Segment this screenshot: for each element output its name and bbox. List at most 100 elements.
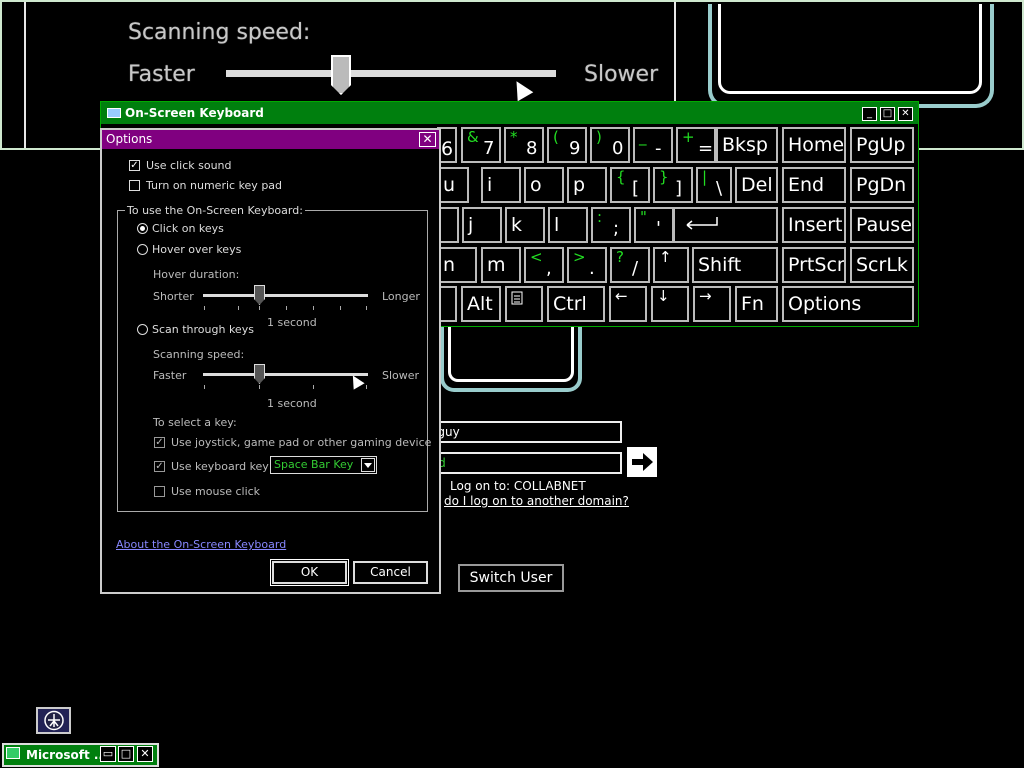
slider-tick [259, 385, 260, 389]
hover-slider-thumb[interactable] [254, 285, 265, 305]
taskbar-button-osk[interactable]: Microsoft ... [2, 743, 159, 767]
click-sound-label: Use click sound [146, 159, 232, 172]
logon-arrow-button[interactable] [627, 447, 657, 477]
slider-tick [340, 306, 341, 310]
click-on-keys-label: Click on keys [152, 222, 224, 235]
ok-button[interactable]: OK [270, 559, 349, 586]
keyboard-key-checkbox[interactable]: ✓ [154, 461, 165, 472]
other-domain-link[interactable]: do I log on to another domain? [444, 494, 629, 508]
key-minus[interactable]: _ - [633, 127, 673, 163]
key-slash[interactable]: ? / [610, 247, 650, 283]
slider-tick [204, 306, 205, 310]
joystick-checkbox[interactable]: ✓ [154, 437, 165, 448]
joystick-label: Use joystick, game pad or other gaming d… [171, 436, 432, 449]
minimize-button[interactable]: _ [862, 107, 877, 121]
slider-tick [259, 306, 260, 310]
options-close-button[interactable]: ✕ [419, 132, 436, 147]
key-8[interactable]: * 8 [504, 127, 544, 163]
hover-value-label: 1 second [267, 316, 317, 329]
key-o[interactable]: o [524, 167, 564, 203]
arrow-right-icon [632, 453, 653, 471]
maximize-button[interactable]: □ [118, 746, 134, 762]
key-j[interactable]: j [462, 207, 502, 243]
key-enter[interactable] [673, 207, 778, 243]
bg-slower-label: Slower [584, 62, 659, 87]
key-shift[interactable]: Shift [692, 247, 778, 283]
key-end[interactable]: End [782, 167, 846, 203]
key-right[interactable]: → [693, 286, 731, 322]
close-button[interactable]: ✕ [137, 746, 153, 762]
key-9[interactable]: (9 [547, 127, 587, 163]
username-input[interactable]: n guy [420, 421, 622, 443]
slider-tick [366, 306, 367, 310]
key-k[interactable]: k [505, 207, 545, 243]
scan-slider-thumb[interactable] [254, 364, 265, 384]
chevron-down-icon[interactable] [361, 458, 375, 472]
click-on-keys-radio[interactable] [137, 223, 148, 234]
scan-faster-label: Faster [153, 369, 187, 382]
key-comma[interactable]: <, [524, 247, 564, 283]
key-l[interactable]: l [548, 207, 588, 243]
scan-slider-track[interactable] [203, 373, 368, 376]
hover-over-keys-radio[interactable] [137, 244, 148, 255]
key-ctrl[interactable]: Ctrl [547, 286, 605, 322]
key-scrlk[interactable]: ScrLk [850, 247, 914, 283]
restore-button[interactable]: ▭ [100, 746, 116, 762]
keyboard-icon [6, 747, 20, 759]
divider [24, 2, 26, 148]
hover-duration-label: Hover duration: [153, 268, 240, 281]
monitor-graphic-inner [448, 322, 574, 382]
key-left[interactable]: ← [609, 286, 647, 322]
key-0[interactable]: ) 0 [590, 127, 630, 163]
keyboard-key-select[interactable]: Space Bar Key [270, 456, 377, 474]
key-7[interactable]: & 7 [461, 127, 501, 163]
key-n[interactable]: n [437, 247, 477, 283]
numeric-keypad-label: Turn on numeric key pad [146, 179, 283, 192]
key-backspace[interactable]: Bksp [716, 127, 778, 163]
bg-faster-label: Faster [128, 62, 195, 87]
key-left-bracket[interactable]: {[ [610, 167, 650, 203]
key-pgdn[interactable]: PgDn [850, 167, 914, 203]
taskbar-task-label: Microsoft ... [26, 748, 108, 762]
numeric-keypad-checkbox[interactable] [129, 180, 140, 191]
key-fn[interactable]: Fn [735, 286, 778, 322]
key-pause[interactable]: Pause [850, 207, 914, 243]
key-p[interactable]: p [567, 167, 607, 203]
key-quote[interactable]: " ' [634, 207, 674, 243]
scan-through-keys-label: Scan through keys [152, 323, 254, 336]
key-alt[interactable]: Alt [461, 286, 501, 322]
slider-tick [204, 385, 205, 389]
about-osk-link[interactable]: About the On-Screen Keyboard [116, 538, 286, 551]
key-delete[interactable]: Del [735, 167, 778, 203]
key-u[interactable]: u [437, 167, 469, 203]
switch-user-button[interactable]: Switch User [458, 564, 564, 592]
key-period[interactable]: >. [567, 247, 607, 283]
hover-slider-track[interactable] [203, 294, 368, 297]
key-m[interactable]: m [481, 247, 521, 283]
cancel-button[interactable]: Cancel [353, 561, 428, 584]
key-insert[interactable]: Insert [782, 207, 846, 243]
key-i[interactable]: i [481, 167, 521, 203]
key-options[interactable]: Options [782, 286, 914, 322]
key-backslash[interactable]: | \ [696, 167, 732, 203]
bg-scanning-speed-label: Scanning speed: [128, 20, 311, 45]
click-sound-checkbox[interactable]: ✓ [129, 160, 140, 171]
maximize-button[interactable]: □ [880, 107, 895, 121]
key-semicolon[interactable]: :; [591, 207, 631, 243]
key-equals[interactable]: + = [676, 127, 716, 163]
key-home[interactable]: Home [782, 127, 846, 163]
close-button[interactable]: ✕ [898, 107, 913, 121]
key-up[interactable]: ↑ [653, 247, 689, 283]
scan-through-keys-radio[interactable] [137, 324, 148, 335]
mouse-click-checkbox[interactable] [154, 486, 165, 497]
key-prtscn[interactable]: PrtScn [782, 247, 846, 283]
key-down[interactable]: ↓ [651, 286, 689, 322]
key-right-bracket[interactable]: }] [653, 167, 693, 203]
options-title-bar: Options [102, 130, 439, 149]
menu-key-icon [511, 291, 523, 305]
key-pgup[interactable]: PgUp [850, 127, 914, 163]
accessibility-icon[interactable] [36, 707, 71, 734]
bg-slider-track [226, 70, 556, 77]
password-input[interactable]: ord [420, 452, 622, 474]
key-menu[interactable] [505, 286, 543, 322]
